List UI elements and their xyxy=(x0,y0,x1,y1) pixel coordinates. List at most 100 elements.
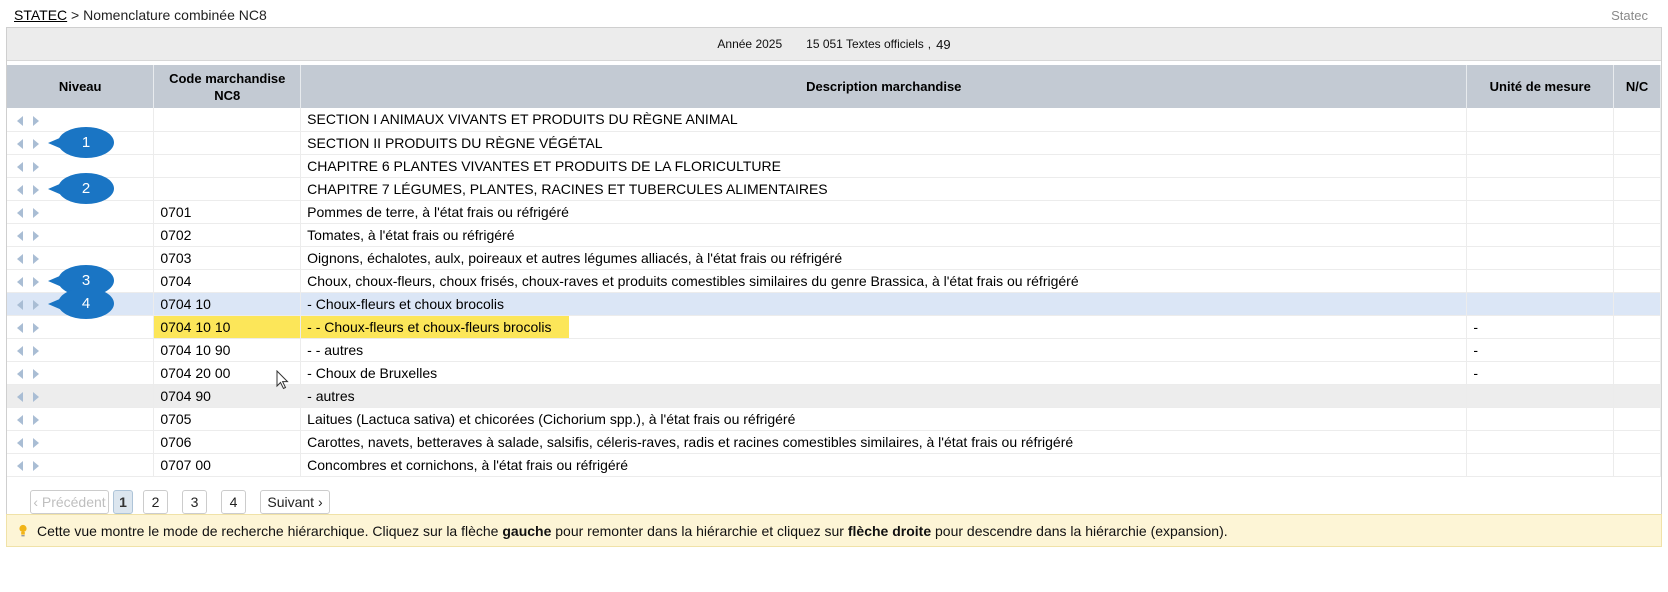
triangle-left-icon[interactable] xyxy=(17,437,23,448)
triangle-right-icon[interactable] xyxy=(33,115,39,126)
pagination-page-4[interactable]: 4 xyxy=(221,490,246,514)
description-text-highlighted: - - Choux-fleurs et choux-fleurs brocoli… xyxy=(301,315,570,337)
table-row[interactable]: 0704 90 - autres xyxy=(7,384,1661,408)
pagination-next-button[interactable]: Suivant › xyxy=(260,490,330,514)
triangle-left-icon[interactable] xyxy=(17,207,23,218)
level-cell xyxy=(7,338,155,362)
pagination: ‹ Précédent 1 2 3 4 Suivant › xyxy=(30,490,344,514)
table-row[interactable]: 0704 10 90 - - autres - xyxy=(7,338,1661,362)
nc-cell xyxy=(1613,223,1661,247)
description-text: - Choux de Bruxelles xyxy=(307,364,438,381)
description-text: SECTION II PRODUITS DU RÈGNE VÉGÉTAL xyxy=(307,134,603,151)
table-row[interactable]: SECTION I ANIMAUX VIVANTS ET PRODUITS DU… xyxy=(7,108,1661,132)
table-row[interactable]: 0701 Pommes de terre, à l'état frais ou r… xyxy=(7,200,1661,224)
triangle-right-icon[interactable] xyxy=(33,276,39,287)
description-cell: SECTION I ANIMAUX VIVANTS ET PRODUITS DU… xyxy=(300,108,1468,132)
code-text: 0707 00 xyxy=(160,456,211,473)
description-cell: Carottes, navets, betteraves à salade, s… xyxy=(300,430,1468,454)
triangle-right-icon[interactable] xyxy=(33,230,39,241)
unit-cell xyxy=(1466,407,1615,431)
brand-label: Statec xyxy=(1611,8,1648,23)
level-cell: 4 xyxy=(7,287,155,319)
triangle-right-icon[interactable] xyxy=(33,391,39,402)
triangle-left-icon[interactable] xyxy=(17,322,23,333)
description-cell: - autres xyxy=(300,384,1468,408)
code-cell: 0701 xyxy=(153,200,302,224)
col-header-niveau[interactable]: Niveau xyxy=(7,65,155,108)
triangle-right-icon[interactable] xyxy=(33,253,39,264)
level-cell xyxy=(7,430,155,454)
info-text-bold-left: gauche xyxy=(502,522,552,539)
table-row[interactable]: 0706 Carottes, navets, betteraves à salad… xyxy=(7,430,1661,454)
unit-cell xyxy=(1466,200,1615,224)
col-header-code[interactable]: Code marchandise NC8 xyxy=(153,65,302,108)
results-panel: Année 2025 15 051 Textes officiels , 49 … xyxy=(6,27,1662,529)
unit-text: - xyxy=(1473,341,1478,358)
nc-cell xyxy=(1613,338,1661,362)
triangle-left-icon[interactable] xyxy=(17,368,23,379)
description-cell: Oignons, échalotes, aulx, poireaux et au… xyxy=(300,246,1468,270)
unit-cell xyxy=(1466,269,1615,293)
triangle-right-icon[interactable] xyxy=(33,299,39,310)
col-header-nc[interactable]: N/C xyxy=(1613,65,1661,108)
code-cell: 0706 xyxy=(153,430,302,454)
table-row[interactable]: 0704 20 00 - Choux de Bruxelles - xyxy=(7,361,1661,385)
triangle-right-icon[interactable] xyxy=(33,368,39,379)
triangle-left-icon[interactable] xyxy=(17,460,23,471)
pagination-prev-button[interactable]: ‹ Précédent xyxy=(30,490,109,514)
table-row[interactable]: 2 CHAPITRE 7 LÉGUMES, PLANTES, RACINES ET… xyxy=(7,172,1661,204)
triangle-left-icon[interactable] xyxy=(17,253,23,264)
code-text: 0704 10 xyxy=(160,295,211,312)
triangle-right-icon[interactable] xyxy=(33,161,39,172)
col-header-code-line2: NC8 xyxy=(214,87,241,103)
triangle-left-icon[interactable] xyxy=(17,299,23,310)
triangle-left-icon[interactable] xyxy=(17,391,23,402)
table-row[interactable]: 0702 Tomates, à l'état frais ou réfrigéré xyxy=(7,223,1661,247)
info-text-bold-right: flèche droite xyxy=(847,522,932,539)
code-cell: 0704 10 90 xyxy=(153,338,302,362)
triangle-right-icon[interactable] xyxy=(33,460,39,471)
description-cell: - Choux de Bruxelles xyxy=(300,361,1468,385)
triangle-left-icon[interactable] xyxy=(17,345,23,356)
table-row[interactable]: 0703 Oignons, échalotes, aulx, poireaux e… xyxy=(7,246,1661,270)
pagination-page-3[interactable]: 3 xyxy=(182,490,207,514)
pagination-page-1[interactable]: 1 xyxy=(113,490,133,514)
nc-cell xyxy=(1613,430,1661,454)
triangle-left-icon[interactable] xyxy=(17,161,23,172)
code-text: 0702 xyxy=(160,226,192,243)
description-text: - Choux-fleurs et choux brocolis xyxy=(307,295,505,312)
description-text: SECTION I ANIMAUX VIVANTS ET PRODUITS DU… xyxy=(307,111,738,128)
table-row[interactable]: 0705 Laitues (Lactuca sativa) et chicorée… xyxy=(7,407,1661,431)
triangle-left-icon[interactable] xyxy=(17,184,23,195)
triangle-left-icon[interactable] xyxy=(17,414,23,425)
breadcrumb-link-statec[interactable]: STATEC xyxy=(14,7,67,23)
table-row[interactable]: 3 0704 Choux, choux-fleurs, choux frisés, … xyxy=(7,264,1661,296)
triangle-right-icon[interactable] xyxy=(33,414,39,425)
table-row[interactable]: 4 0704 10 - Choux-fleurs et choux brocolis xyxy=(7,287,1661,319)
nc-cell xyxy=(1613,108,1661,132)
triangle-right-icon[interactable] xyxy=(33,184,39,195)
triangle-left-icon[interactable] xyxy=(17,115,23,126)
triangle-right-icon[interactable] xyxy=(33,138,39,149)
table-row[interactable]: 0707 00 Concombres et cornichons, à l'éta… xyxy=(7,453,1661,477)
pagination-page-2[interactable]: 2 xyxy=(143,490,168,514)
code-cell: 0704 10 10 xyxy=(153,315,302,339)
triangle-left-icon[interactable] xyxy=(17,276,23,287)
triangle-right-icon[interactable] xyxy=(33,322,39,333)
col-header-description[interactable]: Description marchandise xyxy=(300,65,1468,108)
table-row[interactable]: CHAPITRE 6 PLANTES VIVANTES ET PRODUITS … xyxy=(7,154,1661,178)
table-row[interactable]: 0704 10 10- - Choux-fleurs et choux-fleu… xyxy=(7,315,1661,339)
triangle-left-icon[interactable] xyxy=(17,230,23,241)
description-text: Laitues (Lactuca sativa) et chicorées (C… xyxy=(307,410,796,427)
table-row[interactable]: 1 SECTION II PRODUITS DU RÈGNE VÉGÉTAL xyxy=(7,126,1661,158)
triangle-right-icon[interactable] xyxy=(33,207,39,218)
description-cell: - - Choux-fleurs et choux-fleurs brocoli… xyxy=(300,315,1468,339)
triangle-left-icon[interactable] xyxy=(17,138,23,149)
code-text: 0704 20 00 xyxy=(160,364,231,381)
triangle-right-icon[interactable] xyxy=(33,345,39,356)
level-cell xyxy=(7,361,155,385)
triangle-right-icon[interactable] xyxy=(33,437,39,448)
nc-cell xyxy=(1613,177,1661,201)
col-header-unit[interactable]: Unité de mesure xyxy=(1466,65,1615,108)
breadcrumb-current: Nomenclature combinée NC8 xyxy=(83,7,267,23)
